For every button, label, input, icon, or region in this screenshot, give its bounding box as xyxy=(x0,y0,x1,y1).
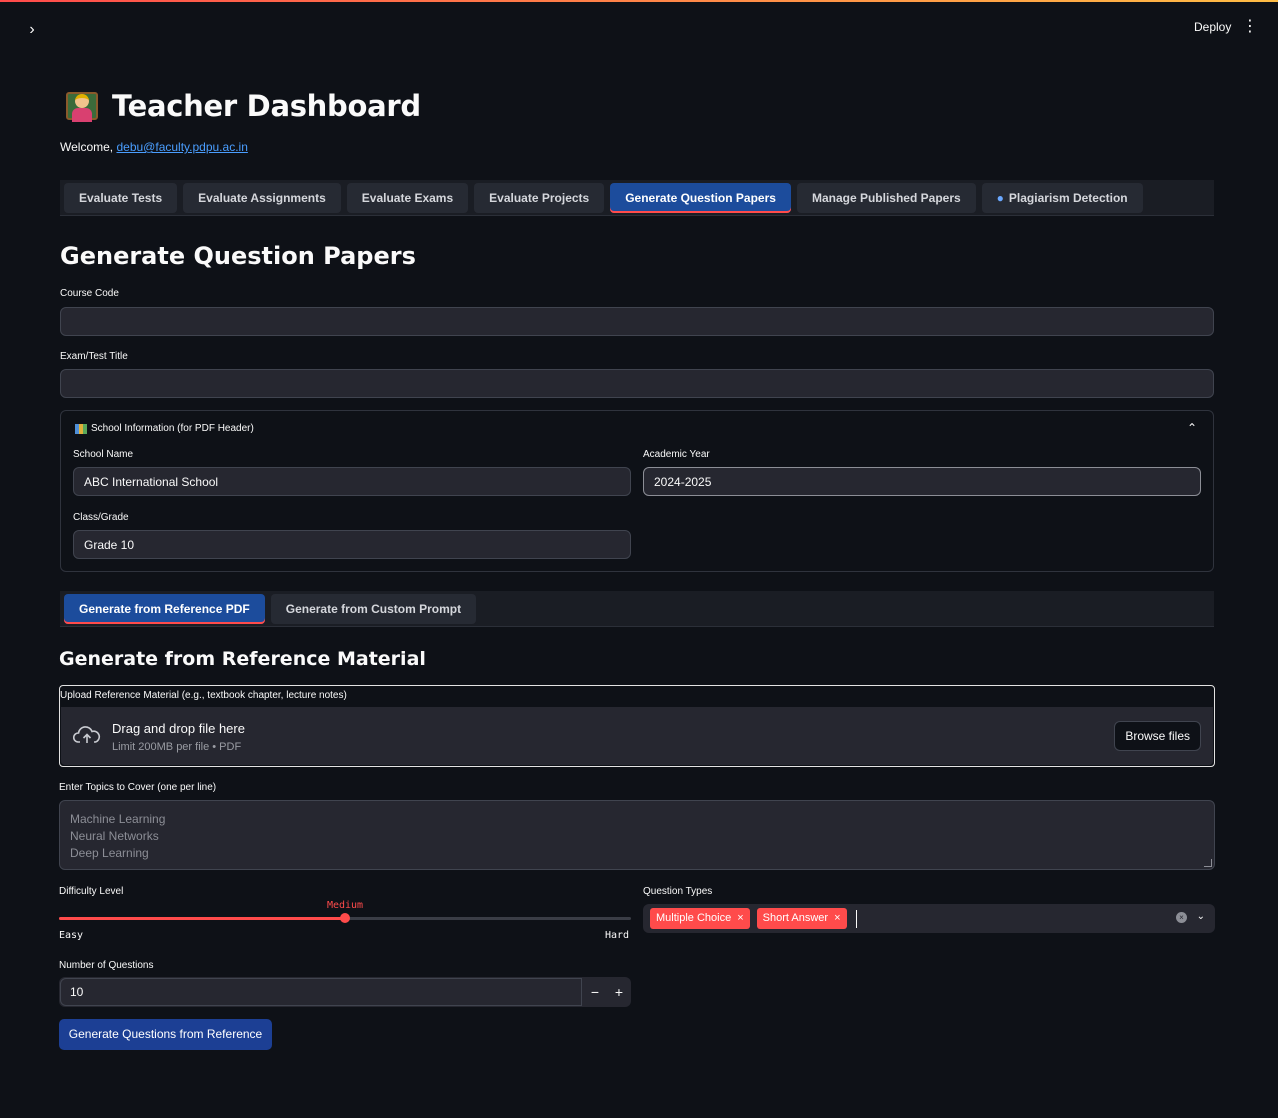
course-code-label: Course Code xyxy=(60,288,119,299)
class-grade-label: Class/Grade xyxy=(73,512,129,523)
close-icon[interactable]: × xyxy=(737,908,743,929)
exam-title-label: Exam/Test Title xyxy=(60,351,128,362)
increment-button[interactable]: + xyxy=(607,977,631,1007)
tab-evaluate-tests[interactable]: Evaluate Tests xyxy=(64,183,178,213)
tab-evaluate-exams[interactable]: Evaluate Exams xyxy=(346,183,469,213)
tab-plagiarism-label: Plagiarism Detection xyxy=(1008,191,1128,205)
school-name-label: School Name xyxy=(73,449,134,460)
chevron-right-icon[interactable]: › xyxy=(22,20,42,40)
close-icon[interactable]: × xyxy=(834,908,840,929)
magnifier-icon: ● xyxy=(996,191,1004,205)
school-info-header[interactable]: School Information (for PDF Header) xyxy=(75,423,254,434)
deploy-button[interactable]: Deploy xyxy=(1186,16,1239,38)
page-title: Teacher Dashboard xyxy=(112,89,421,123)
tab-custom-prompt[interactable]: Generate from Custom Prompt xyxy=(270,594,477,624)
books-icon xyxy=(75,423,87,434)
academic-year-label: Academic Year xyxy=(643,449,710,460)
chip-label: Multiple Choice xyxy=(656,912,732,924)
reference-title: Generate from Reference Material xyxy=(59,648,426,670)
school-name-input[interactable]: ABC International School xyxy=(73,467,631,496)
chip-multiple-choice: Multiple Choice × xyxy=(650,908,750,929)
num-questions-label: Number of Questions xyxy=(59,960,154,971)
school-info-expander: School Information (for PDF Header) ⌃ Sc… xyxy=(60,410,1214,572)
tab-reference-pdf[interactable]: Generate from Reference PDF xyxy=(64,594,265,624)
kebab-menu-icon[interactable]: ⋮ xyxy=(1240,16,1260,38)
slider-thumb[interactable] xyxy=(340,913,350,923)
text-caret xyxy=(855,909,857,928)
tab-evaluate-projects[interactable]: Evaluate Projects xyxy=(474,183,605,213)
chevron-down-icon[interactable]: ⌄ xyxy=(1197,911,1205,922)
welcome-text: Welcome, debu@faculty.pdpu.ac.in xyxy=(60,140,248,154)
section-title: Generate Question Papers xyxy=(60,242,416,270)
welcome-prefix: Welcome, xyxy=(60,140,114,154)
file-uploader: Upload Reference Material (e.g., textboo… xyxy=(59,685,1215,767)
browse-files-button[interactable]: Browse files xyxy=(1114,721,1201,751)
chevron-up-icon[interactable]: ⌃ xyxy=(1187,421,1197,435)
num-questions-stepper: 10 − + xyxy=(59,977,631,1007)
class-grade-input[interactable]: Grade 10 xyxy=(73,530,631,559)
slider-value: Medium xyxy=(326,900,364,911)
topic-placeholder-line: Neural Networks xyxy=(70,829,159,843)
generate-questions-button[interactable]: Generate Questions from Reference xyxy=(59,1019,272,1050)
tab-evaluate-assignments[interactable]: Evaluate Assignments xyxy=(183,183,341,213)
topics-label: Enter Topics to Cover (one per line) xyxy=(59,782,217,793)
slider-max-label: Hard xyxy=(605,930,630,941)
slider-fill xyxy=(59,917,345,920)
dropzone[interactable]: Drag and drop file here Limit 200MB per … xyxy=(61,707,1213,765)
chip-label: Short Answer xyxy=(762,912,829,924)
num-questions-input[interactable]: 10 xyxy=(60,978,582,1006)
resize-grip[interactable] xyxy=(1204,859,1212,867)
topic-placeholder-line: Machine Learning xyxy=(70,812,166,826)
upload-label: Upload Reference Material (e.g., textboo… xyxy=(60,690,347,701)
main-tab-bar: Evaluate Tests Evaluate Assignments Eval… xyxy=(60,180,1214,216)
page-header: Teacher Dashboard xyxy=(64,88,421,124)
sub-tab-bar: Generate from Reference PDF Generate fro… xyxy=(60,591,1214,627)
slider-min-label: Easy xyxy=(59,930,84,941)
tab-plagiarism-detection[interactable]: ● Plagiarism Detection xyxy=(981,183,1143,213)
tab-manage-published-papers[interactable]: Manage Published Papers xyxy=(796,183,976,213)
chip-short-answer: Short Answer × xyxy=(756,908,847,929)
clear-all-icon[interactable]: × xyxy=(1176,912,1187,923)
topic-placeholder-line: Deep Learning xyxy=(70,846,149,860)
user-email-link[interactable]: debu@faculty.pdpu.ac.in xyxy=(116,140,247,154)
drop-limit: Limit 200MB per file • PDF xyxy=(112,741,242,753)
question-types-multiselect[interactable]: Multiple Choice × Short Answer × × ⌄ xyxy=(643,904,1215,933)
top-decoration-line xyxy=(0,0,1278,2)
topics-textarea[interactable]: Machine Learning Neural Networks Deep Le… xyxy=(59,800,1215,870)
course-code-input[interactable] xyxy=(60,307,1214,336)
teacher-emoji-icon xyxy=(64,88,100,124)
cloud-upload-icon xyxy=(73,726,101,743)
exam-title-input[interactable] xyxy=(60,369,1214,398)
decrement-button[interactable]: − xyxy=(583,977,607,1007)
tab-generate-question-papers[interactable]: Generate Question Papers xyxy=(610,183,791,213)
academic-year-input[interactable]: 2024-2025 xyxy=(643,467,1201,496)
difficulty-label: Difficulty Level xyxy=(59,886,124,897)
school-info-title: School Information (for PDF Header) xyxy=(91,423,254,434)
drop-title: Drag and drop file here xyxy=(112,721,245,736)
question-types-label: Question Types xyxy=(643,886,713,897)
difficulty-slider[interactable]: Medium xyxy=(59,900,631,923)
